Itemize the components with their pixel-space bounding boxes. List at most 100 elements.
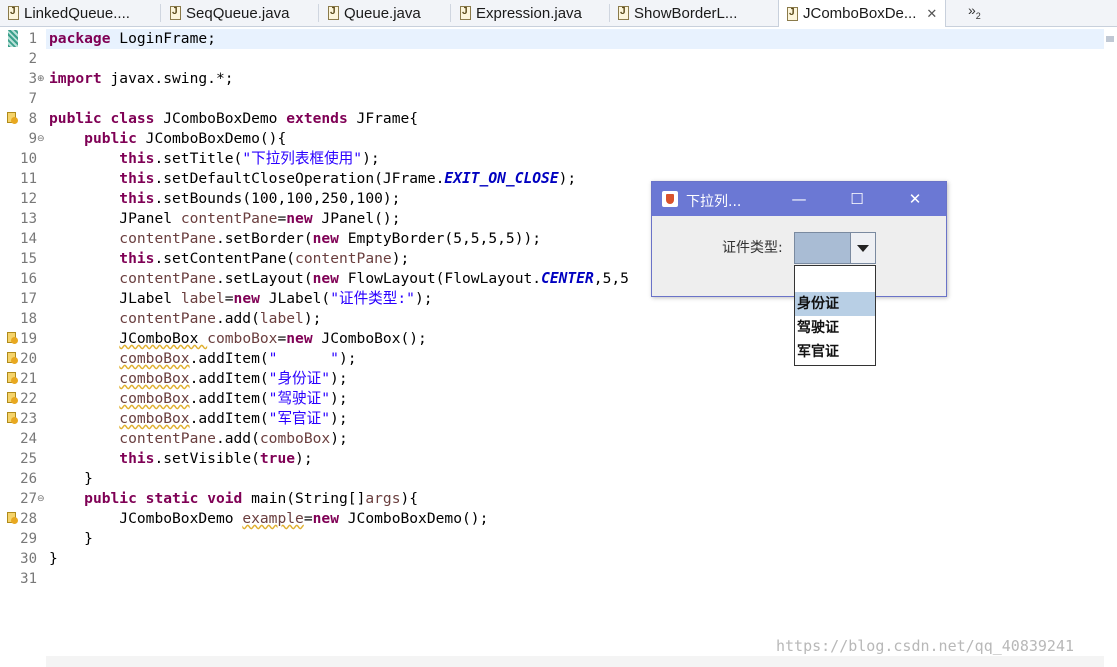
- window-titlebar[interactable]: 下拉列... — ☐ ✕: [652, 182, 946, 216]
- java-file-icon: [170, 6, 181, 20]
- keyword: extends: [286, 110, 348, 127]
- tab-showborderlayout[interactable]: ShowBorderL...: [618, 0, 737, 26]
- code-text: EmptyBorder(5,5,5,5));: [338, 230, 542, 247]
- overview-ruler[interactable]: [1104, 27, 1117, 667]
- java-file-icon: [328, 6, 339, 20]
- code-text: JComboBox: [119, 330, 208, 347]
- code-line: 22 comboBox.addItem("驾驶证");: [0, 389, 1100, 409]
- code-text: .addItem(: [189, 350, 269, 367]
- tab-label: Expression.java: [476, 4, 582, 22]
- overflow-count: 2: [975, 10, 981, 21]
- java-file-icon: [618, 6, 629, 20]
- close-window-button[interactable]: ✕: [900, 188, 930, 210]
- code-text: LoginFrame;: [110, 30, 216, 47]
- variable: example: [242, 510, 304, 527]
- variable: comboBox: [119, 370, 190, 387]
- keyword: new: [312, 230, 339, 247]
- fold-collapse-icon[interactable]: ⊖: [37, 494, 45, 504]
- java-app-icon: [662, 191, 678, 207]
- variable: contentPane: [180, 210, 278, 227]
- tab-queue[interactable]: Queue.java: [328, 0, 421, 26]
- dropdown-option-officer-card[interactable]: 军官证: [795, 340, 875, 364]
- variable: comboBox: [259, 430, 331, 447]
- combobox-dropdown-list[interactable]: 身份证 驾驶证 军官证: [794, 265, 876, 366]
- code-text: );: [295, 450, 313, 467]
- keyword: this: [119, 170, 155, 187]
- variable: contentPane: [119, 430, 216, 447]
- code-line: 8 public class JComboBoxDemo extends JFr…: [0, 109, 1100, 129]
- line-number: 24: [20, 431, 37, 447]
- tab-divider: [609, 4, 610, 22]
- keyword: static: [145, 490, 199, 507]
- tab-label: JComboBoxDe...: [803, 5, 917, 22]
- fold-expand-icon[interactable]: ⊕: [37, 74, 45, 84]
- string-literal: "下拉列表框使用": [242, 150, 363, 167]
- code-line: 30 }: [0, 549, 1100, 569]
- line-number: 3: [28, 71, 37, 87]
- code-line: 31: [0, 569, 1100, 589]
- id-type-combobox[interactable]: [794, 232, 876, 264]
- close-tab-icon[interactable]: ✕: [926, 6, 937, 22]
- tab-overflow-button[interactable]: »2: [968, 2, 981, 21]
- code-text: .setBorder(: [215, 230, 313, 247]
- line-number: 18: [20, 311, 37, 327]
- code-text: .addItem(: [189, 390, 269, 407]
- code-line: 27 ⊖ public static void main(String[]arg…: [0, 489, 1100, 509]
- line-number: 31: [20, 571, 37, 587]
- code-line: 9 ⊖ public JComboBoxDemo(){: [0, 129, 1100, 149]
- line-number: 29: [20, 531, 37, 547]
- keyword: class: [110, 110, 155, 127]
- code-text: );: [338, 350, 357, 367]
- minimize-button[interactable]: —: [784, 188, 814, 210]
- tab-label: LinkedQueue....: [24, 4, 130, 22]
- tab-label: ShowBorderL...: [634, 4, 738, 22]
- code-text: );: [362, 150, 380, 167]
- code-text: );: [558, 170, 577, 187]
- variable: comboBox: [119, 410, 190, 427]
- static-field: EXIT_ON_CLOSE: [444, 170, 559, 187]
- line-number: 16: [20, 271, 37, 287]
- tab-label: SeqQueue.java: [186, 4, 290, 22]
- overflow-chevron-icon: »: [968, 2, 976, 18]
- java-file-icon: [460, 6, 471, 20]
- keyword: this: [119, 450, 155, 467]
- code-text: JComboBoxDemo: [119, 510, 243, 527]
- line-number: 15: [20, 251, 37, 267]
- code-line: 19 JComboBox comboBox=new JComboBox();: [0, 329, 1100, 349]
- tab-jcomboboxdemo[interactable]: JComboBoxDe... ✕: [778, 0, 947, 27]
- dropdown-arrow-icon[interactable]: [850, 233, 875, 263]
- code-text: JComboBoxDemo(){: [136, 130, 287, 147]
- tab-divider: [160, 4, 161, 22]
- dropdown-option-blank[interactable]: [795, 268, 875, 292]
- dropdown-option-driver-license[interactable]: 驾驶证: [795, 316, 875, 340]
- code-line: 28 JComboBoxDemo example=new JComboBoxDe…: [0, 509, 1100, 529]
- tab-label: Queue.java: [344, 4, 421, 22]
- code-text: main(String[]: [242, 490, 366, 507]
- line-number: 23: [20, 411, 37, 427]
- code-text: ,5,5: [593, 270, 629, 287]
- line-number: 7: [28, 91, 37, 107]
- tab-expression[interactable]: Expression.java: [460, 0, 582, 26]
- keyword: new: [286, 330, 313, 347]
- dropdown-option-id-card[interactable]: 身份证: [795, 292, 875, 316]
- window-title: 下拉列...: [686, 194, 742, 210]
- string-literal: " ": [268, 350, 339, 367]
- overview-ruler-mark[interactable]: [1106, 36, 1114, 42]
- horizontal-scrollbar[interactable]: [46, 656, 1104, 667]
- code-text: );: [330, 430, 348, 447]
- keyword: import: [49, 70, 102, 87]
- variable: contentPane: [119, 310, 216, 327]
- variable: label: [259, 310, 304, 327]
- fold-collapse-icon[interactable]: ⊖: [37, 134, 45, 144]
- code-text: .add(: [215, 310, 260, 327]
- java-file-icon: [8, 6, 19, 20]
- maximize-button[interactable]: ☐: [842, 188, 872, 210]
- code-line: 1 package LoginFrame;: [0, 29, 1100, 49]
- line-number: 11: [20, 171, 37, 187]
- code-text: .setBounds(100,100,250,100);: [154, 190, 401, 207]
- tab-seqqueue[interactable]: SeqQueue.java: [170, 0, 289, 26]
- variable: contentPane: [295, 250, 392, 267]
- tab-linkedqueue[interactable]: LinkedQueue....: [8, 0, 130, 26]
- code-text: JPanel();: [312, 210, 401, 227]
- line-number: 21: [20, 371, 37, 387]
